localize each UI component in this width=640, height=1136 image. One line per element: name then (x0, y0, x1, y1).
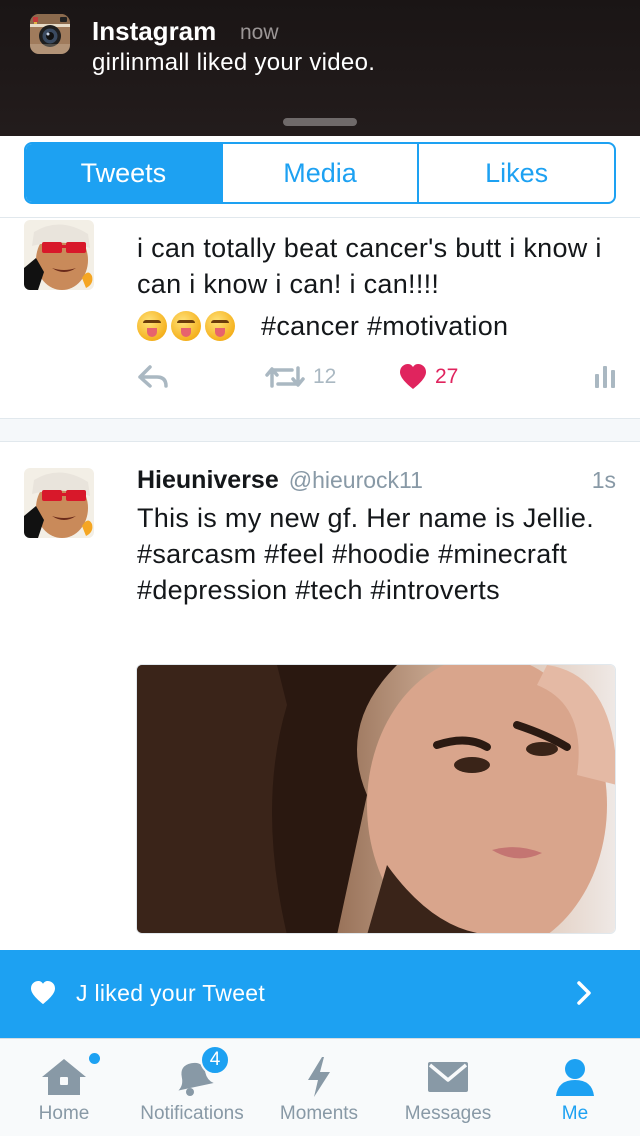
tweet-divider (0, 418, 640, 442)
emoji-row: #cancer #motivation (137, 308, 610, 344)
reply-icon (138, 365, 168, 388)
person-icon (554, 1055, 596, 1099)
tweet-hashtags[interactable]: #cancer #motivation (261, 308, 508, 344)
tweet-body: i can totally beat cancer's butt i know … (137, 230, 610, 344)
user-avatar[interactable] (24, 468, 94, 538)
analytics-icon (595, 366, 615, 388)
tab-tweets[interactable]: Tweets (26, 144, 223, 202)
user-avatar[interactable] (24, 220, 94, 290)
like-count: 27 (435, 365, 459, 388)
instagram-app-icon (30, 14, 70, 54)
tab-label: Notifications (140, 1103, 244, 1124)
retweet-button[interactable]: 12 (265, 364, 336, 390)
new-content-dot (89, 1053, 100, 1064)
tab-label: Me (561, 1103, 589, 1124)
author-handle[interactable]: @hieurock11 (289, 467, 592, 494)
author-name[interactable]: Hieuniverse (137, 466, 279, 495)
reply-button[interactable] (137, 364, 169, 390)
tweet-actions: 12 27 (137, 364, 616, 400)
tab-label: Home (38, 1103, 90, 1124)
profile-tab-bar: Tweets Media Likes (0, 136, 640, 218)
squinting-face-with-tongue-icon (137, 311, 167, 341)
tab-me[interactable]: Me (532, 1039, 618, 1136)
notification-time: now (240, 21, 279, 44)
tweet-timestamp: 1s (591, 467, 616, 493)
home-icon (40, 1053, 100, 1099)
tab-notifications[interactable]: 4 Notifications (124, 1039, 260, 1136)
banner-grabber-handle[interactable] (283, 118, 357, 126)
push-notification-banner[interactable]: Instagram now girlinmall liked your vide… (0, 0, 640, 136)
envelope-icon (426, 1055, 470, 1099)
segmented-control: Tweets Media Likes (24, 142, 616, 204)
bottom-tab-bar: Home 4 Notifications Moments Messages Me (0, 1038, 640, 1136)
tab-media[interactable]: Media (223, 144, 420, 202)
like-button[interactable]: 27 (399, 364, 458, 390)
tweet-text: This is my new gf. Her name is Jellie. #… (137, 503, 595, 605)
tab-messages[interactable]: Messages (390, 1039, 506, 1136)
tab-likes[interactable]: Likes (419, 144, 614, 202)
toast-message: J liked your Tweet (76, 980, 266, 1006)
notification-app-name: Instagram (92, 16, 217, 46)
notification-badge: 4 (200, 1045, 230, 1075)
squinting-face-with-tongue-icon (171, 311, 201, 341)
bell-icon: 4 (170, 1045, 230, 1099)
tab-moments[interactable]: Moments (266, 1039, 372, 1136)
tweet-item[interactable]: Hieuniverse @hieurock11 1s This is my ne… (0, 442, 640, 950)
like-toast[interactable]: J liked your Tweet (0, 950, 640, 1038)
squinting-face-with-tongue-icon (205, 311, 235, 341)
analytics-button[interactable] (594, 364, 616, 388)
notification-message: girlinmall liked your video. (92, 49, 376, 76)
heart-icon (31, 981, 55, 1005)
tab-label: Messages (404, 1103, 492, 1124)
lightning-icon (304, 1055, 334, 1099)
tweet-photo[interactable] (136, 664, 616, 934)
tweet-header: Hieuniverse @hieurock11 1s (137, 466, 616, 498)
chevron-right-icon (577, 981, 591, 1005)
tweet-text: i can totally beat cancer's butt i know … (137, 233, 602, 299)
tweet-item[interactable]: i can totally beat cancer's butt i know … (0, 192, 640, 418)
tab-label: Moments (279, 1103, 359, 1124)
tab-home[interactable]: Home (18, 1039, 110, 1136)
retweet-count: 12 (313, 365, 337, 388)
heart-filled-icon (400, 364, 426, 389)
retweet-icon (265, 366, 305, 388)
